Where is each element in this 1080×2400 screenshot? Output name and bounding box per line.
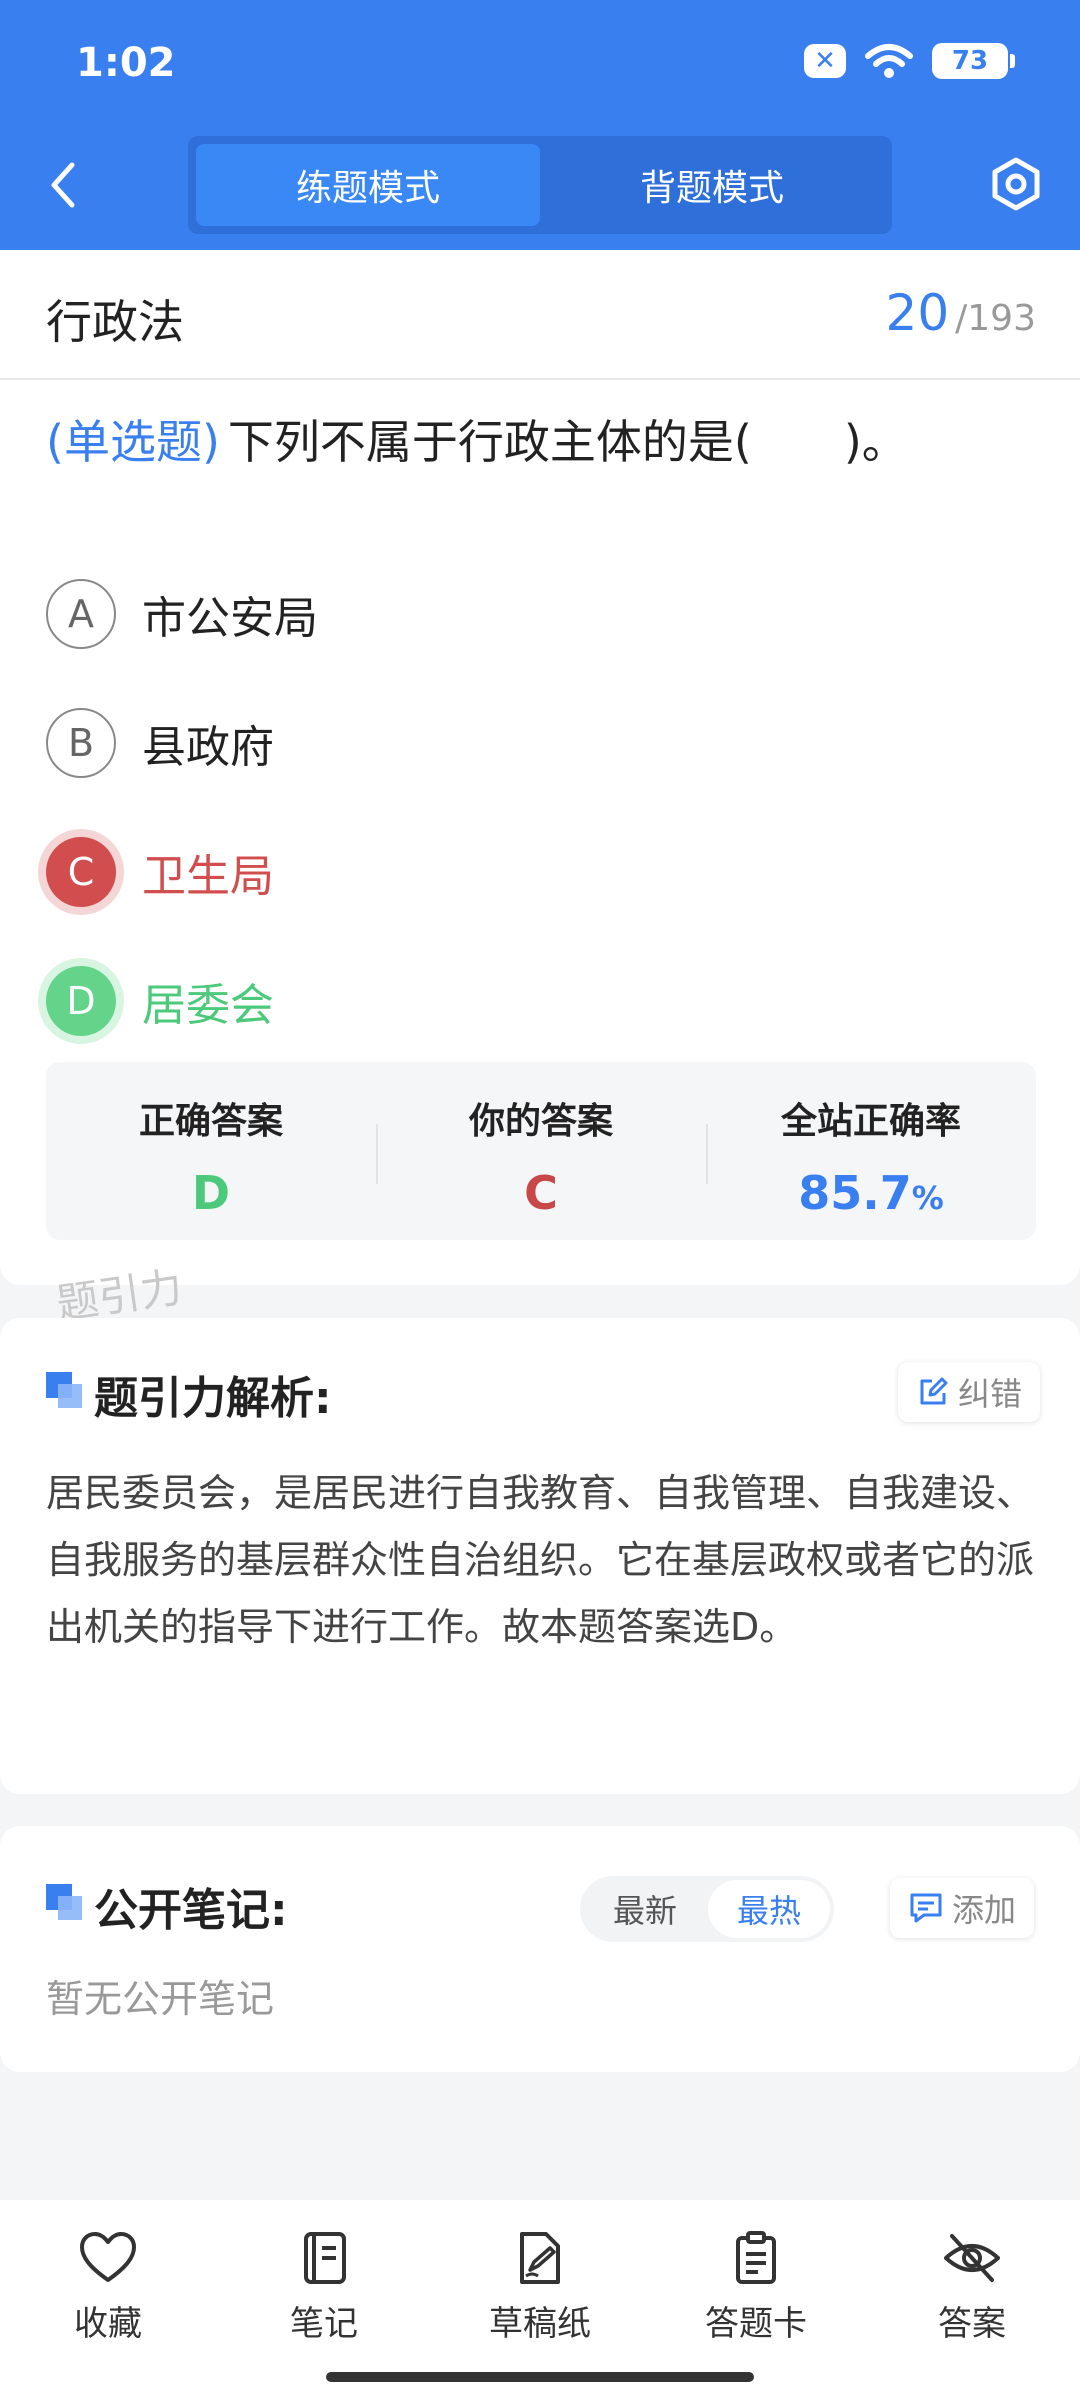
notes-title: 公开笔记: [94,1885,288,1936]
divider [0,378,1080,380]
total-questions: 193 [967,298,1036,339]
option-a[interactable]: A 市公安局 [46,576,318,652]
option-letter: D [46,966,116,1036]
option-text: 居委会 [142,980,274,1031]
option-c[interactable]: C 卫生局 [46,834,274,910]
tab-label: 收藏 [74,2304,142,2344]
option-letter: C [46,837,116,907]
notes-button[interactable]: 笔记 [244,2230,404,2345]
option-letter: A [46,579,116,649]
back-icon[interactable] [40,155,88,215]
correct-answer-stat: 正确答案 D [46,1062,376,1240]
analysis-section: 题引力解析: 纠错 居民委员会，是居民进行自我教育、自我管理、自我建设、自我服务… [0,1318,1080,1794]
heart-icon [80,2232,136,2282]
bottom-toolbar: 收藏 笔记 草稿纸 答题卡 答案 [0,2200,1080,2400]
empty-notes-text: 暂无公开笔记 [46,1977,275,2021]
analysis-title: 题引力解析: [94,1373,332,1424]
question-stem: 下列不属于行政主体的是( )。 [227,415,908,469]
status-time: 1:02 [76,40,176,86]
option-text: 县政府 [142,722,274,773]
option-letter: B [46,708,116,778]
your-answer-stat: 你的答案 C [376,1062,706,1240]
subject-title: 行政法 [46,295,184,349]
show-answer-button[interactable]: 答案 [892,2230,1052,2345]
public-notes-section: 公开笔记: 最新 最热 添加 暂无公开笔记 [0,1826,1080,2072]
favorite-button[interactable]: 收藏 [28,2230,188,2345]
question-type: (单选题) [46,415,220,469]
section-marker-icon [46,1372,82,1408]
sort-newest-button[interactable]: 最新 [584,1880,706,1938]
option-b[interactable]: B 县政府 [46,705,274,781]
answer-sheet-button[interactable]: 答题卡 [676,2230,836,2345]
draft-icon [520,2232,560,2284]
add-note-label: 添加 [952,1891,1017,1929]
tab-label: 答题卡 [705,2304,807,2344]
home-indicator [326,2372,754,2382]
current-question-number: 20 [885,284,950,342]
your-answer-label: 你的答案 [468,1101,613,1142]
status-icons: ✕ 73 [804,42,1015,80]
tab-practice-mode[interactable]: 练题模式 [196,144,540,226]
notebook-icon [304,2232,346,2284]
eye-off-icon [944,2234,1000,2282]
correct-answer-value: D [191,1166,231,1220]
progress-separator: / [955,298,968,339]
tab-recite-mode[interactable]: 背题模式 [540,144,884,226]
report-error-button[interactable]: 纠错 [898,1362,1041,1422]
tab-label: 答案 [938,2304,1006,2344]
correct-answer-label: 正确答案 [138,1101,283,1142]
your-answer-value: C [524,1166,558,1220]
edit-icon [920,1377,948,1405]
option-d[interactable]: D 居委会 [46,963,274,1039]
section-marker-icon [46,1884,82,1920]
settings-icon[interactable] [988,156,1044,212]
clipboard-icon [736,2231,776,2284]
question-progress: 20 / 193 [886,284,1036,342]
tab-label: 笔记 [290,2304,358,2344]
answer-stats: 正确答案 D 你的答案 C 全站正确率 85.7% [46,1062,1036,1240]
option-text: 卫生局 [142,851,274,902]
accuracy-label: 全站正确率 [780,1101,961,1142]
app-header: 1:02 ✕ 73 练题模式 背题模式 [0,0,1080,250]
accuracy-number: 85.7 [798,1166,912,1220]
tab-label: 草稿纸 [489,2304,591,2344]
question-text: (单选题) 下列不属于行政主体的是( )。 [46,410,1036,474]
draft-paper-button[interactable]: 草稿纸 [460,2230,620,2345]
wifi-icon [865,44,913,78]
comment-icon [910,1893,942,1923]
report-error-label: 纠错 [958,1375,1023,1413]
accuracy-unit: % [911,1179,944,1217]
notes-sort-toggle: 最新 最热 [580,1876,834,1942]
analysis-text: 居民委员会，是居民进行自我教育、自我管理、自我建设、自我服务的基层群众性自治组织… [46,1471,1035,1649]
sort-hottest-button[interactable]: 最热 [708,1880,830,1938]
battery-icon: 73 [932,43,1015,79]
accuracy-value: 85.7% [706,1166,1036,1220]
no-sim-icon: ✕ [804,44,846,78]
question-card: 行政法 20 / 193 (单选题) 下列不属于行政主体的是( )。 A 市公安局… [0,250,1080,1285]
accuracy-stat: 全站正确率 85.7% [706,1062,1036,1240]
add-note-button[interactable]: 添加 [890,1878,1035,1938]
option-text: 市公安局 [142,593,318,644]
mode-switch: 练题模式 背题模式 [188,136,892,234]
